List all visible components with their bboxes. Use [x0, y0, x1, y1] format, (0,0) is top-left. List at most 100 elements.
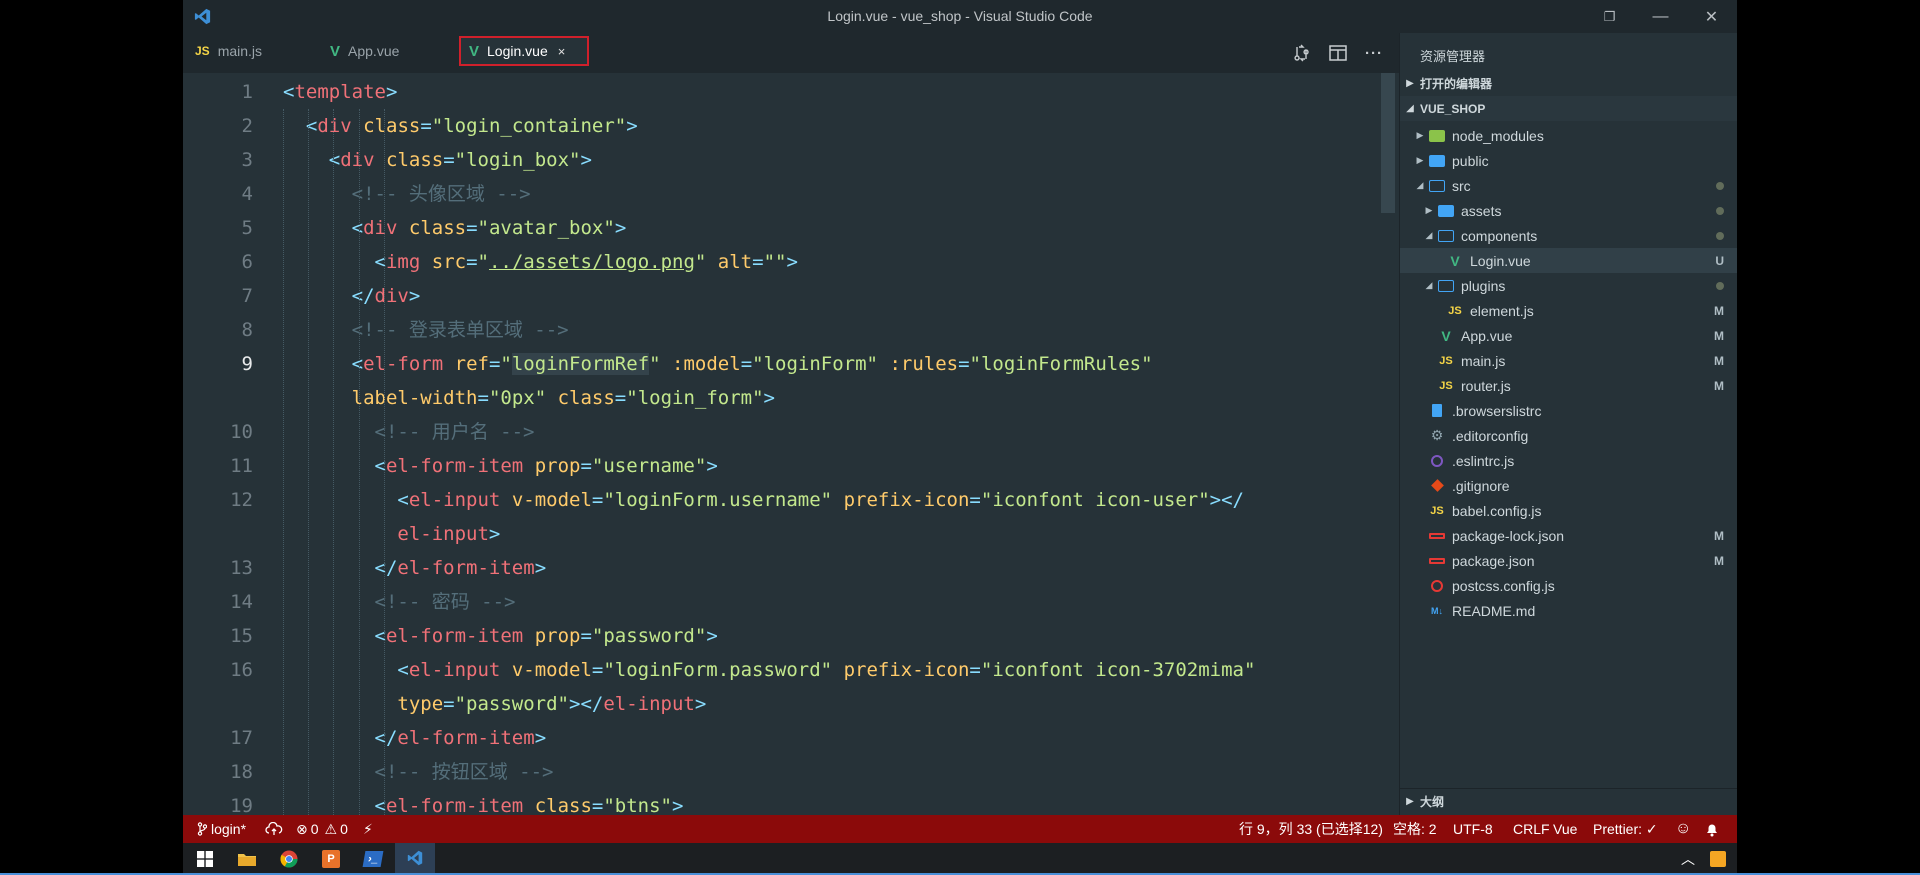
tray-app-button[interactable] [1703, 843, 1733, 875]
editor-scrollbar[interactable] [1381, 73, 1395, 815]
code-line[interactable]: <el-form ref="loginFormRef" :model="logi… [283, 347, 1153, 381]
tree-item[interactable]: .browserslistrc [1400, 398, 1737, 423]
code-token: alt [717, 251, 753, 273]
code-line[interactable]: <!-- 密码 --> [283, 585, 516, 619]
project-section[interactable]: ◢ VUE_SHOP [1400, 96, 1737, 121]
indentation[interactable]: 空格: 2 [1393, 815, 1437, 843]
line-number: 8 [241, 319, 253, 341]
minimize-button[interactable]: — [1635, 0, 1686, 33]
code-line[interactable]: </div> [283, 279, 421, 313]
tree-item[interactable]: ◢ plugins [1400, 273, 1737, 298]
tree-item[interactable]: V Login.vue U [1400, 248, 1737, 273]
tree-item[interactable]: ◢ src [1400, 173, 1737, 198]
tab-login-vue[interactable]: V Login.vue × [459, 36, 589, 66]
code-line[interactable]: <el-input v-model="loginForm.password" p… [283, 653, 1255, 687]
code-line[interactable]: <!-- 登录表单区域 --> [283, 313, 569, 347]
tree-item-label: public [1452, 152, 1489, 169]
open-changes-icon[interactable] [1293, 44, 1311, 62]
tree-item[interactable]: .eslintrc.js [1400, 448, 1737, 473]
code-line[interactable]: <div class="login_box"> [283, 143, 592, 177]
code-line[interactable]: type="password"></el-input> [283, 687, 706, 721]
tree-item[interactable]: JS main.js M [1400, 348, 1737, 373]
code-line[interactable]: <div class="avatar_box"> [283, 211, 627, 245]
code-line[interactable]: <!-- 头像区域 --> [283, 177, 531, 211]
code-token: "loginForm" [752, 353, 878, 375]
close-tab-icon[interactable]: × [558, 44, 566, 59]
encoding[interactable]: UTF-8 [1453, 815, 1493, 843]
code-line[interactable]: <el-form-item class="btns"> [283, 789, 684, 815]
chevron-right-icon: ▶ [1425, 205, 1433, 215]
code-line[interactable]: el-input> [283, 517, 500, 551]
notifications-button[interactable] [1705, 815, 1719, 843]
show-hidden-icons-button[interactable]: ︿ [1673, 843, 1703, 875]
code-line[interactable]: <template> [283, 75, 397, 109]
problems-indicator[interactable]: ⊗ 0 ⚠ 0 [296, 815, 348, 843]
code-line[interactable]: <img src="../assets/logo.png" alt=""> [283, 245, 798, 279]
vscode-icon [407, 850, 423, 866]
outline-section[interactable]: ▶ 大纲 [1400, 788, 1737, 814]
split-editor-icon[interactable] [1329, 45, 1347, 61]
code-token: = [958, 353, 970, 375]
tab-app-vue[interactable]: V App.vue [322, 36, 407, 66]
code-line[interactable]: label-width="0px" class="login_form"> [283, 381, 775, 415]
tree-item[interactable]: package.json M [1400, 548, 1737, 573]
code-line[interactable]: </el-form-item> [283, 721, 547, 755]
code-token: "loginForm.password" [603, 659, 833, 681]
tree-item[interactable]: ▶ node_modules [1400, 123, 1737, 148]
tree-item[interactable]: M↓ README.md [1400, 598, 1737, 623]
code-editor[interactable]: 1 <template> 2 <div class="login_container… [183, 73, 1399, 815]
code-line[interactable]: <!-- 用户名 --> [283, 415, 535, 449]
chevron-right-icon: ▶ [1406, 796, 1414, 807]
line-number: 9 [241, 353, 253, 375]
tree-item[interactable]: ▶ public [1400, 148, 1737, 173]
code-token: <!-- 按钮区域 --> [374, 761, 554, 783]
open-editors-section[interactable]: ▶ 打开的编辑器 [1400, 71, 1737, 96]
lightning-icon: ⚡ [363, 820, 373, 837]
close-button[interactable]: ✕ [1686, 0, 1737, 33]
powershell-icon: ›_ [362, 851, 384, 867]
prettier-status[interactable]: Prettier: ✓ [1593, 815, 1658, 843]
taskbar-file-explorer[interactable] [227, 843, 267, 875]
powerpoint-icon: P [322, 850, 340, 868]
tree-item[interactable]: ▶ assets [1400, 198, 1737, 223]
taskbar-powerpoint[interactable]: P [311, 843, 351, 875]
cursor-position[interactable]: 行 9，列 33 (已选择12) [1239, 815, 1383, 843]
tab-main-js[interactable]: JS main.js [187, 36, 270, 66]
live-share-button[interactable]: ⚡ [363, 815, 373, 843]
code-token: "btns" [603, 795, 672, 815]
scrollbar-thumb[interactable] [1381, 73, 1395, 213]
tree-item[interactable]: ◢ components [1400, 223, 1737, 248]
feedback-button[interactable]: ☺ [1675, 815, 1691, 843]
code-line[interactable]: <div class="login_container"> [283, 109, 638, 143]
code-line[interactable]: </el-form-item> [283, 551, 547, 585]
tree-item[interactable]: JS babel.config.js [1400, 498, 1737, 523]
code-line[interactable]: <el-input v-model="loginForm.username" p… [283, 483, 1244, 517]
more-actions-icon[interactable]: ··· [1365, 45, 1383, 62]
tree-item-label: Login.vue [1470, 252, 1531, 269]
code-token: ></ [569, 693, 604, 715]
code-line[interactable]: <el-form-item prop="username"> [283, 449, 718, 483]
branch-indicator[interactable]: login* [197, 815, 246, 843]
line-endings[interactable]: CRLF [1513, 815, 1550, 843]
tree-item[interactable]: JS router.js M [1400, 373, 1737, 398]
taskbar-powershell[interactable]: ›_ [353, 843, 393, 875]
tree-item[interactable]: V App.vue M [1400, 323, 1737, 348]
sync-button[interactable] [265, 815, 283, 843]
tree-item[interactable]: package-lock.json M [1400, 523, 1737, 548]
tree-item[interactable]: postcss.config.js [1400, 573, 1737, 598]
tree-item[interactable]: ⚙ .editorconfig [1400, 423, 1737, 448]
start-button[interactable] [185, 843, 225, 875]
restore-button[interactable]: ❐ [1584, 0, 1635, 33]
language-mode[interactable]: Vue [1553, 815, 1577, 843]
taskbar-chrome[interactable] [269, 843, 309, 875]
code-line[interactable]: <!-- 按钮区域 --> [283, 755, 554, 789]
code-line[interactable]: <el-form-item prop="password"> [283, 619, 718, 653]
tree-item[interactable]: JS element.js M [1400, 298, 1737, 323]
tree-item[interactable]: .gitignore [1400, 473, 1737, 498]
indent-guide [359, 109, 360, 815]
taskbar-vscode[interactable] [395, 843, 435, 875]
indent-guide [333, 109, 334, 815]
